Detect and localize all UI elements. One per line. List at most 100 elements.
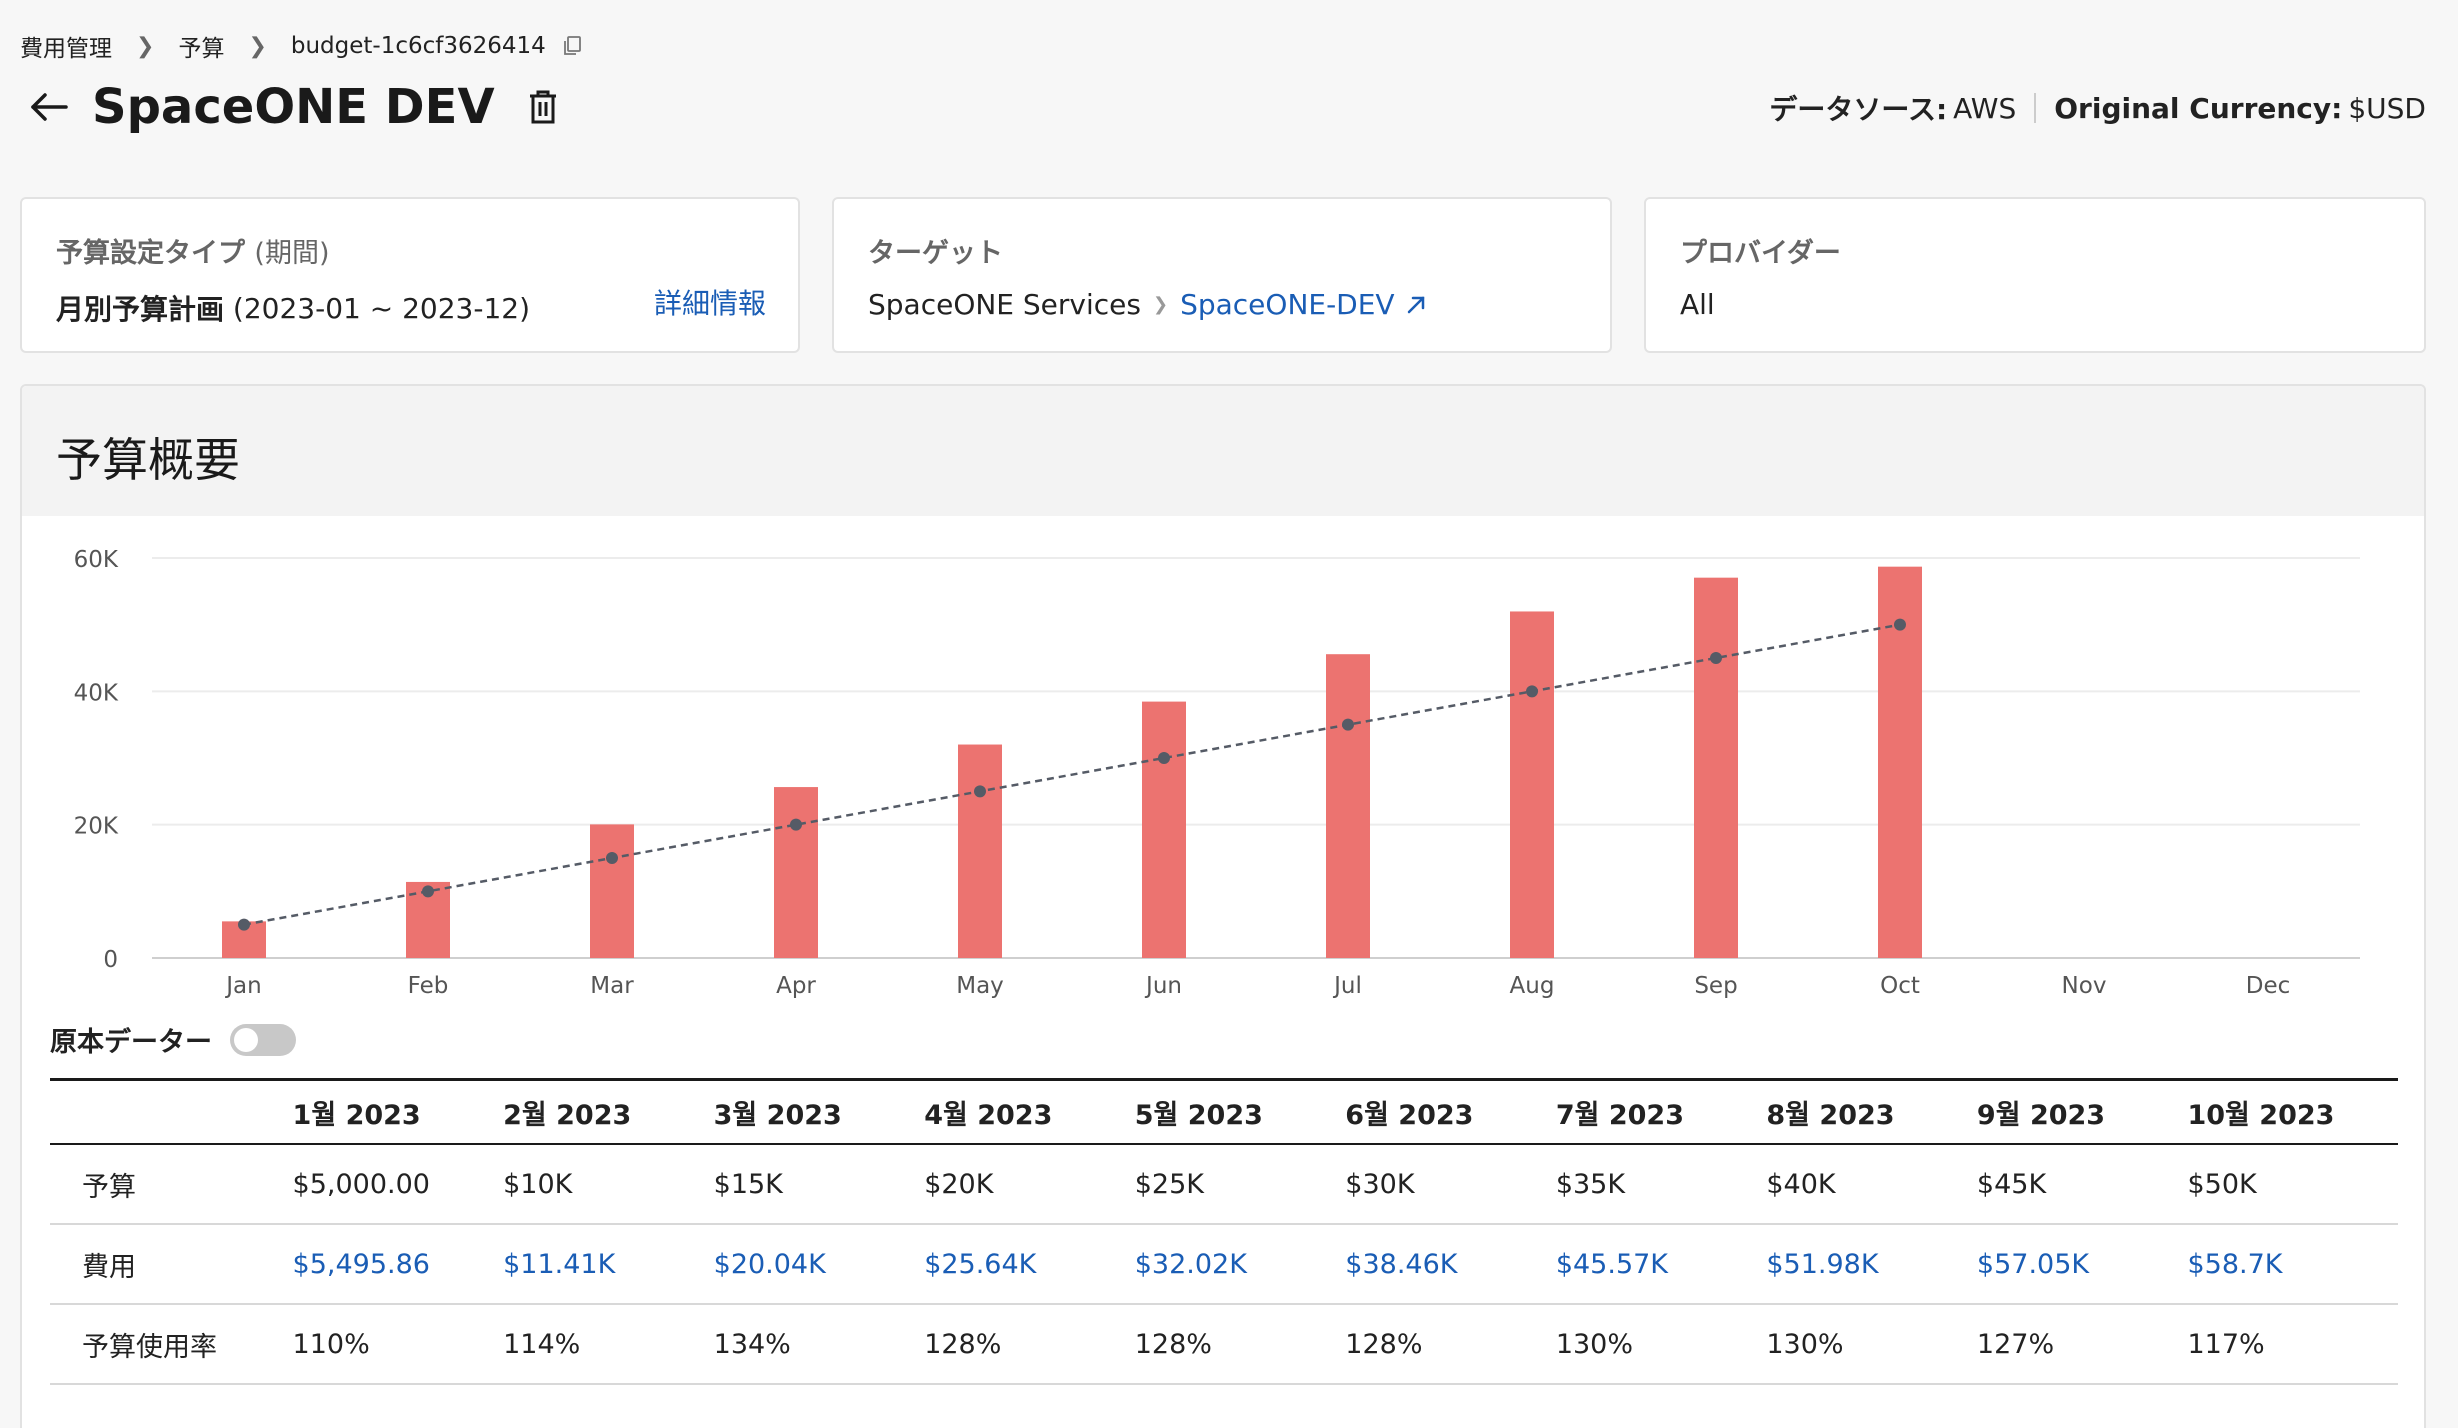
- cost-link[interactable]: $57.05K: [1977, 1249, 2188, 1280]
- cost-row: 費用 $5,495.86 $11.41K $20.04K $25.64K $32.02K $…: [50, 1225, 2398, 1305]
- bar-actual-cost: [958, 744, 1002, 958]
- original-data-label: 原本データー: [50, 1027, 212, 1058]
- breadcrumb-item-budget-id: budget-1c6cf3626414: [290, 33, 546, 59]
- table-header-month: 6월 2023: [1345, 1099, 1474, 1131]
- table-cell: $45K: [1976, 1168, 2047, 1200]
- table-header-month: 8월 2023: [1766, 1099, 1895, 1131]
- table-cell: $40K: [1766, 1168, 1836, 1200]
- datasource-label: データソース:: [1769, 93, 1948, 126]
- bar-actual-cost: [1694, 577, 1738, 958]
- budget-line: [243, 623, 1901, 926]
- row-label: 費用: [82, 1251, 136, 1283]
- original-data-toggle-row: 原本データー: [50, 1020, 296, 1059]
- target-parent: SpaceONE Services: [868, 288, 1141, 321]
- currency-label: Original Currency:: [2054, 91, 2343, 125]
- target-project-link[interactable]: SpaceONE-DEV: [1180, 288, 1395, 321]
- table-cell: $50K: [2187, 1168, 2257, 1200]
- y-tick-label: 60K: [74, 547, 119, 573]
- bar-actual-cost: [774, 787, 818, 958]
- table-header-month: 4월 2023: [924, 1099, 1053, 1131]
- title-row: SpaceONE DEV: [26, 72, 561, 142]
- x-tick-label: Nov: [2062, 973, 2107, 999]
- budget-row: 予算 $5,000.00 $10K $15K $20K $25K $30K $35K $40K $…: [50, 1145, 2398, 1225]
- detail-info-link[interactable]: 詳細情報: [654, 282, 766, 322]
- cost-link[interactable]: $58.7K: [2187, 1249, 2398, 1280]
- cost-link[interactable]: $45.57K: [1556, 1249, 1767, 1280]
- table-cell: $25K: [1134, 1168, 1204, 1200]
- target-label: ターゲット: [868, 238, 1003, 269]
- table-cell: $5,000.00: [292, 1168, 430, 1200]
- row-label: 予算: [82, 1171, 136, 1203]
- overview-title: 予算概要: [22, 386, 2424, 516]
- breadcrumb-item-budget[interactable]: 予算: [178, 29, 224, 63]
- budget-point: [1710, 652, 1722, 664]
- cost-link[interactable]: $25.64K: [924, 1249, 1135, 1280]
- breadcrumb-item-cost-management[interactable]: 費用管理: [20, 29, 112, 63]
- table-cell: 128%: [1345, 1328, 1423, 1360]
- budget-point: [1526, 685, 1538, 698]
- table-cell: 114%: [503, 1328, 581, 1360]
- y-tick-label: 20K: [74, 814, 119, 840]
- cost-link[interactable]: $38.46K: [1345, 1249, 1556, 1280]
- table-cell: $10K: [503, 1168, 573, 1200]
- bar-actual-cost: [1142, 701, 1186, 958]
- chevron-right-icon: ❯: [136, 33, 155, 59]
- cost-link[interactable]: $20.04K: [714, 1249, 925, 1280]
- x-tick-label: Sep: [1694, 973, 1737, 999]
- table-header-month: 1월 2023: [292, 1099, 421, 1131]
- x-tick-label: Mar: [590, 973, 634, 999]
- trash-icon[interactable]: [525, 87, 561, 127]
- table-cell: 130%: [1766, 1328, 1844, 1360]
- table-corner: [50, 1081, 293, 1143]
- cost-link[interactable]: $51.98K: [1766, 1249, 1977, 1280]
- external-link-icon[interactable]: [1405, 294, 1427, 316]
- currency-value: $USD: [2348, 91, 2426, 125]
- budget-point: [974, 785, 986, 798]
- table-header-month: 7월 2023: [1555, 1099, 1685, 1131]
- table-cell: $30K: [1345, 1168, 1415, 1200]
- table-cell: $15K: [713, 1168, 783, 1200]
- cost-link[interactable]: $32.02K: [1135, 1249, 1346, 1280]
- x-tick-label: Aug: [1510, 973, 1555, 999]
- target-value: SpaceONE Services ❯ SpaceONE-DEV: [868, 288, 1576, 321]
- x-tick-label: Jun: [1144, 973, 1182, 999]
- x-tick-label: Dec: [2246, 973, 2291, 999]
- x-tick-label: Oct: [1880, 973, 1920, 999]
- table-cell: 134%: [713, 1328, 791, 1360]
- cost-link[interactable]: $5,495.86: [293, 1249, 504, 1280]
- x-tick-label: May: [956, 973, 1004, 999]
- original-data-toggle[interactable]: [230, 1023, 296, 1056]
- budget-type-card: 予算設定タイプ (期間) 月別予算計画 (2023-01 ~ 2023-12) …: [20, 197, 800, 353]
- budget-meta: データソース: AWS Original Currency: $USD: [1769, 88, 2426, 128]
- table-cell: 127%: [1976, 1328, 2055, 1360]
- table-header-month: 2월 2023: [503, 1099, 632, 1131]
- back-arrow-icon[interactable]: [26, 84, 72, 130]
- table-cell: 128%: [924, 1328, 1002, 1360]
- provider-value: All: [1680, 288, 1715, 321]
- budget-point: [790, 818, 802, 831]
- copy-icon[interactable]: [560, 34, 584, 58]
- table-cell: $20K: [924, 1168, 994, 1200]
- table-header-month: 3월 2023: [713, 1099, 842, 1131]
- y-tick-label: 40K: [74, 680, 119, 706]
- table-cell: 110%: [292, 1328, 370, 1360]
- table-cell: 128%: [1134, 1328, 1212, 1360]
- budget-type-label: 予算設定タイプ (期間): [56, 238, 330, 269]
- bar-actual-cost: [1510, 611, 1554, 958]
- budget-point: [1342, 718, 1354, 731]
- chevron-right-icon: ❯: [248, 33, 267, 59]
- target-card: ターゲット SpaceONE Services ❯ SpaceONE-DEV: [832, 197, 1612, 353]
- budget-point: [1158, 752, 1170, 764]
- bar-actual-cost: [590, 824, 634, 958]
- table-header-month: 5월 2023: [1134, 1099, 1263, 1131]
- table-header-row: 1월 2023 2월 2023 3월 2023 4월 2023 5월 2023 6월 20…: [50, 1081, 2398, 1145]
- x-tick-label: Feb: [408, 973, 449, 999]
- budget-table: 1월 2023 2월 2023 3월 2023 4월 2023 5월 2023 6월 20…: [50, 1078, 2398, 1385]
- cost-link[interactable]: $11.41K: [503, 1249, 714, 1280]
- breadcrumb: 費用管理 ❯ 予算 ❯ budget-1c6cf3626414: [20, 26, 584, 66]
- chevron-right-icon: ❯: [1152, 294, 1169, 315]
- y-tick-label: 0: [103, 947, 118, 973]
- usage-rate-row: 予算使用率 110% 114% 134% 128% 128% 128% 130% 130% 127…: [50, 1305, 2398, 1385]
- row-label: 予算使用率: [82, 1331, 217, 1363]
- x-tick-label: Jul: [1332, 973, 1362, 999]
